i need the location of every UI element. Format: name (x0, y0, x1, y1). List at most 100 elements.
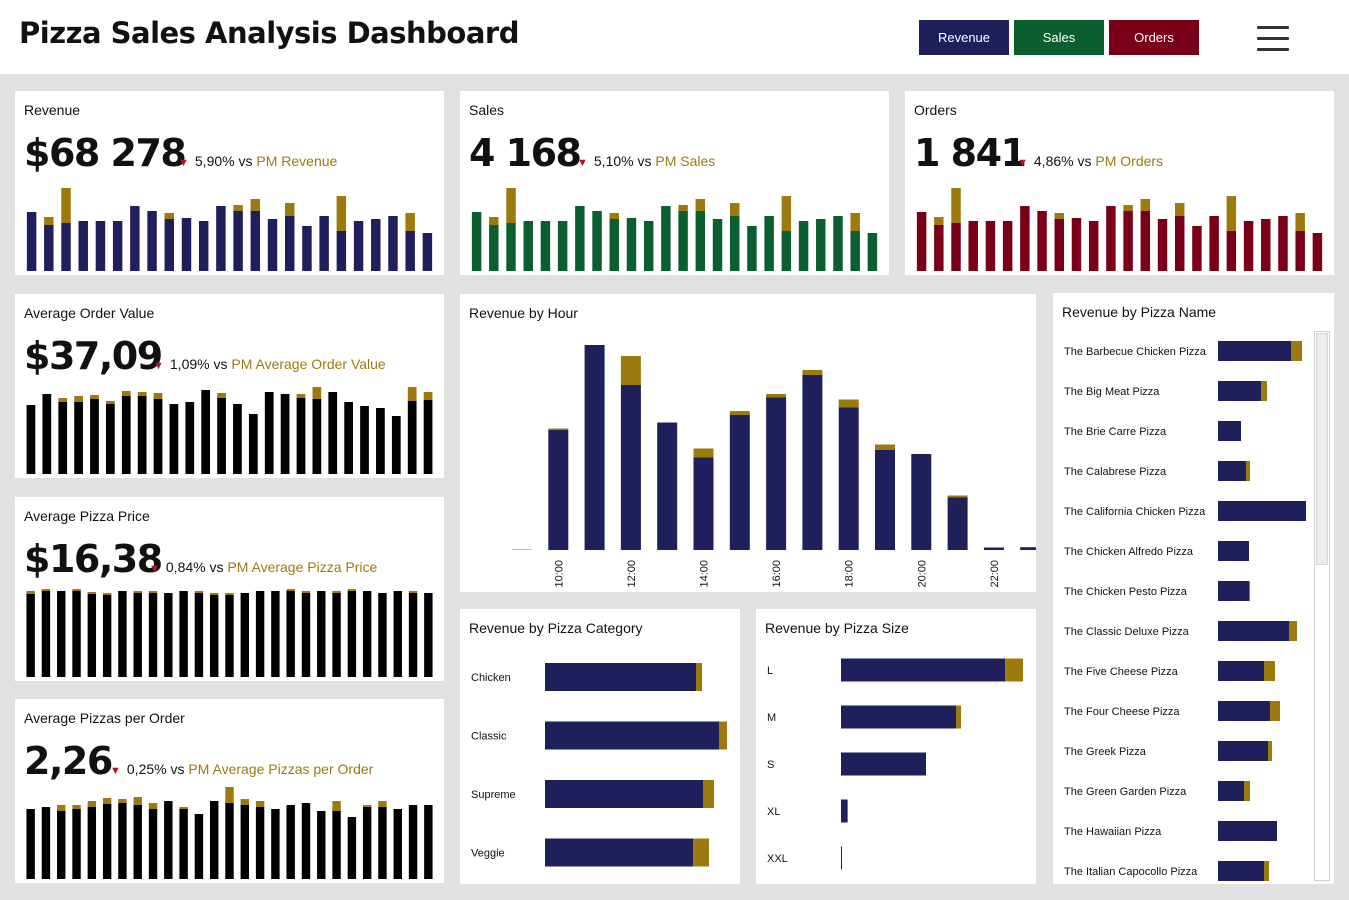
trend-bar-comparison (1123, 205, 1133, 211)
trend-bar-comparison (102, 798, 112, 804)
trend-bar (102, 804, 112, 879)
hour-tick-label: 18:00 (844, 560, 856, 588)
trend-bar-comparison (781, 196, 792, 231)
hour-bar (693, 457, 714, 550)
trend-bar (1020, 206, 1030, 271)
trend-bar (1123, 211, 1133, 271)
trend-bar (523, 221, 533, 271)
trend-bar (833, 216, 843, 271)
trend-bar (57, 591, 66, 677)
trend-bar (1071, 218, 1082, 271)
revenue-by-hour-chart: 10:00 12:00 14:00 16:00 18:00 20:00 22:00 (512, 345, 1036, 588)
down-arrow-icon: ▼ (153, 360, 164, 372)
bar-comparison (1264, 861, 1269, 881)
average-order-value-card: Average Order Value $37,09 ▼ 1,09% vs PM … (15, 294, 444, 478)
trend-bar (280, 394, 290, 474)
trend-bar (747, 226, 757, 271)
revenue-by-hour-card: Revenue by Hour 10:00 12:00 14:00 16:00 18:0… (460, 294, 1036, 592)
trend-bar (407, 401, 417, 474)
trend-bar (301, 593, 311, 677)
trend-bar (378, 593, 387, 677)
trend-bar (609, 219, 620, 271)
hour-bar (875, 450, 895, 550)
trend-bar-comparison (217, 393, 226, 398)
scrollbar-thumb[interactable] (1316, 333, 1328, 565)
bar (841, 846, 842, 870)
kpi-delta-value: 4,86% vs (1033, 153, 1092, 169)
bar-comparison (1261, 381, 1267, 401)
bar (1218, 421, 1241, 441)
bar (1218, 781, 1244, 801)
hour-tick-label: 14:00 (699, 560, 711, 588)
trend-bar (353, 221, 364, 271)
card-title: Average Pizza Price (24, 508, 150, 524)
trend-bar-comparison (312, 387, 322, 399)
trend-bar (271, 809, 280, 879)
page-title: Pizza Sales Analysis Dashboard (19, 16, 519, 50)
trend-bar (332, 811, 341, 879)
card-title: Orders (914, 102, 957, 118)
trend-bar (164, 593, 173, 677)
trend-bar (209, 595, 219, 677)
down-arrow-icon: ▼ (149, 563, 160, 575)
kpi-delta: ▼ 5,10% vs PM Sales (577, 153, 715, 169)
trend-bar-comparison (87, 592, 97, 594)
trend-bar (575, 206, 585, 271)
trend-bar (661, 206, 671, 271)
trend-bar (712, 219, 723, 271)
revenue-button[interactable]: Revenue (919, 20, 1009, 55)
trend-bar-comparison (105, 401, 115, 404)
trend-bar-comparison (225, 593, 234, 595)
trend-bar-comparison (362, 805, 372, 807)
bar-comparison (1289, 621, 1297, 641)
trend-bar (781, 231, 792, 271)
trend-bar-comparison (148, 591, 158, 593)
trend-bar-comparison (250, 199, 261, 211)
trend-bar (506, 223, 516, 271)
sales-button[interactable]: Sales (1014, 20, 1104, 55)
trend-bar (301, 803, 311, 879)
trend-bar (557, 221, 568, 271)
pizza-name-scrollbar[interactable] (1314, 331, 1330, 881)
bar-category-label: The Four Cheese Pizza (1064, 706, 1180, 718)
trend-bar (72, 809, 81, 879)
trend-bar-comparison (87, 801, 97, 807)
trend-bar (74, 402, 83, 474)
trend-bar-comparison (729, 203, 740, 216)
trend-bar (1261, 219, 1271, 271)
trend-bar (1209, 216, 1219, 271)
revenue-by-pizza-name-card: Revenue by Pizza Name The Barbecue Chick… (1053, 293, 1334, 884)
bar-category-label: The Barbecue Chicken Pizza (1064, 346, 1207, 358)
trend-bar (968, 221, 978, 271)
trend-bar (424, 593, 433, 677)
trend-bar-comparison (332, 801, 341, 811)
trend-bar (378, 807, 387, 879)
orders-card: Orders 1 841 ▼ 4,86% vs PM Orders (905, 91, 1334, 275)
bar-comparison (1246, 461, 1250, 481)
trend-bar-comparison (1054, 213, 1065, 219)
trend-bar (61, 223, 71, 271)
trend-bar (422, 233, 433, 271)
trend-bar (1002, 221, 1013, 271)
hour-tick-label: 22:00 (989, 560, 1001, 588)
trend-bar (105, 404, 115, 474)
average-pizza-price-trend-chart (26, 589, 433, 677)
trend-bar-comparison (506, 188, 516, 223)
bar (545, 721, 719, 750)
trend-bar-comparison (286, 589, 295, 591)
trend-bar (592, 211, 602, 271)
bar-comparison (693, 838, 709, 867)
orders-button[interactable]: Orders (1109, 20, 1199, 55)
bar-category-label: XL (767, 806, 780, 818)
trend-bar (362, 591, 372, 677)
kpi-delta: ▼ 0,84% vs PM Average Pizza Price (149, 559, 377, 575)
kpi-pm-label: PM Sales (655, 153, 716, 169)
hamburger-menu-icon[interactable] (1255, 24, 1291, 52)
hour-bar-comparison (620, 356, 641, 385)
card-title: Sales (469, 102, 505, 118)
trend-bar (164, 219, 175, 271)
bar-category-label: Supreme (471, 789, 516, 801)
trend-bar (678, 211, 688, 271)
trend-bar-comparison (423, 392, 433, 400)
average-pizzas-per-order-trend-chart (26, 787, 433, 879)
